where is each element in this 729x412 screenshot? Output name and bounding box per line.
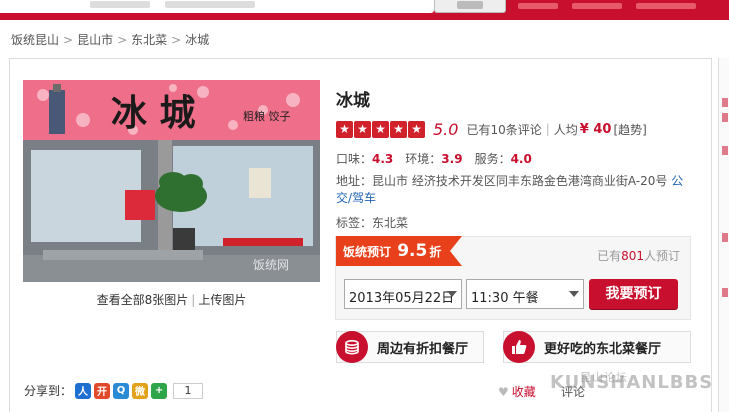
breadcrumb-item-current: 冰城 (185, 33, 210, 47)
star-icon: ★ (336, 120, 353, 138)
nearby-discount-label: 周边有折扣餐厅 (377, 341, 469, 357)
heart-icon: ♥ (498, 385, 509, 399)
watermark-main: KUNSHANLBBS (550, 372, 714, 393)
avg-price-label: 人均 (553, 122, 578, 137)
coins-icon (336, 331, 368, 363)
sign-subtext: 粗粮 饺子 (243, 109, 291, 123)
svg-text:饭统网: 饭统网 (253, 258, 289, 272)
header-link[interactable] (636, 3, 696, 9)
link-divider: | (191, 293, 196, 307)
favorite-link[interactable]: ♥ 收藏 (498, 383, 536, 400)
top-header-bar (0, 0, 729, 20)
share-bar: 分享到： 人 开 Q 微 + 1 (24, 382, 204, 399)
booked-prefix: 已有 (597, 249, 622, 263)
environment-label: 环境： (405, 152, 442, 166)
star-icon: ★ (408, 120, 425, 138)
divider: | (545, 122, 550, 136)
right-sidebar-edge (718, 58, 729, 412)
time-value: 11:30 午餐 (471, 291, 539, 306)
booked-number: 801 (621, 249, 644, 263)
tags: 标签：东北菜 (336, 214, 408, 231)
share-count: 1 (173, 382, 204, 399)
chevron-down-icon (569, 291, 579, 297)
breadcrumb-separator: > (63, 33, 74, 47)
address-label: 地址： (336, 174, 373, 188)
share-weibo-icon[interactable]: 微 (132, 382, 149, 399)
address: 地址：昆山市 经济技术开发区同丰东路金色港湾商业街A-20号 公交/驾车 (336, 173, 692, 207)
shop-photo[interactable]: 冰 城 粗粮 饺子 饭统网 (23, 80, 320, 282)
view-all-photos-link[interactable]: 查看全部8张图片 (97, 293, 189, 307)
chevron-down-icon (447, 291, 457, 297)
share-label: 分享到： (24, 384, 73, 398)
booked-suffix: 人预订 (643, 249, 680, 263)
breadcrumb-item-home[interactable]: 饭统昆山 (11, 33, 59, 47)
watermark-small: 昆山论坛 (580, 371, 628, 384)
overall-score: 5.0 (433, 119, 459, 139)
better-northeast-button[interactable]: 更好吃的东北菜餐厅 (503, 331, 691, 363)
breadcrumb: 饭统昆山 > 昆山市 > 东北菜 > 冰城 (11, 31, 209, 48)
taste-score: 4.3 (372, 152, 394, 166)
better-northeast-label: 更好吃的东北菜餐厅 (544, 341, 662, 357)
shop-name: 冰城 (336, 91, 370, 111)
tags-label: 标签： (336, 216, 373, 230)
booking-box: 饭统预订 9.5 折 已有801人预订 2013年05月22日 11:30 午餐 … (335, 236, 691, 320)
header-link[interactable] (572, 3, 622, 9)
sign-text: 冰 城 (111, 92, 196, 134)
photo-links: 查看全部8张图片 | 上传图片 (23, 291, 320, 308)
book-now-button[interactable]: 我要预订 (589, 279, 678, 309)
favorite-label: 收藏 (511, 385, 536, 399)
star-icon: ★ (372, 120, 389, 138)
star-icon: ★ (354, 120, 371, 138)
time-select[interactable]: 11:30 午餐 (466, 279, 584, 309)
watermark: 昆山论坛 KUNSHANLBBS (550, 371, 714, 393)
discount-value: 9.5 (397, 241, 428, 261)
service-score: 4.0 (510, 152, 532, 166)
search-input[interactable] (0, 0, 434, 13)
discount-unit: 折 (429, 245, 442, 259)
breadcrumb-item-cuisine[interactable]: 东北菜 (131, 33, 167, 47)
header-link[interactable] (518, 3, 558, 9)
thumbs-up-icon (503, 331, 535, 363)
upload-photo-link[interactable]: 上传图片 (198, 293, 246, 307)
star-icon: ★ (390, 120, 407, 138)
review-count-link[interactable]: 已有10条评论 (466, 121, 541, 138)
address-text: 昆山市 经济技术开发区同丰东路金色港湾商业街A-20号 (372, 174, 668, 188)
date-value: 2013年05月22日 (349, 291, 455, 306)
price-trend-link[interactable]: [趋势] (613, 121, 646, 138)
rating-row: ★ ★ ★ ★ ★ 5.0 已有10条评论 | 人均 ¥ 40 [趋势] (336, 119, 647, 139)
share-more-icon[interactable]: + (151, 382, 168, 399)
avg-price: ¥ 40 (579, 121, 612, 137)
breadcrumb-separator: > (117, 33, 128, 47)
tag-value[interactable]: 东北菜 (372, 216, 408, 230)
service-label: 服务： (474, 152, 511, 166)
breadcrumb-separator: > (171, 33, 182, 47)
discount-ribbon: 饭统预订 9.5 折 (336, 236, 462, 266)
date-select[interactable]: 2013年05月22日 (344, 279, 462, 309)
taste-label: 口味： (336, 152, 373, 166)
booked-count: 已有801人预订 (597, 247, 680, 264)
share-kaixin-icon[interactable]: 开 (94, 382, 111, 399)
share-renren-icon[interactable]: 人 (75, 382, 92, 399)
sub-scores: 口味：4.3 环境：3.9 服务：4.0 (336, 150, 544, 167)
nearby-discount-button[interactable]: 周边有折扣餐厅 (336, 331, 484, 363)
search-button[interactable] (434, 0, 506, 13)
promo-label: 饭统预订 (343, 245, 392, 259)
breadcrumb-item-city[interactable]: 昆山市 (77, 33, 113, 47)
share-qzone-icon[interactable]: Q (113, 382, 130, 399)
environment-score: 3.9 (441, 152, 463, 166)
star-rating: ★ ★ ★ ★ ★ (336, 120, 425, 138)
